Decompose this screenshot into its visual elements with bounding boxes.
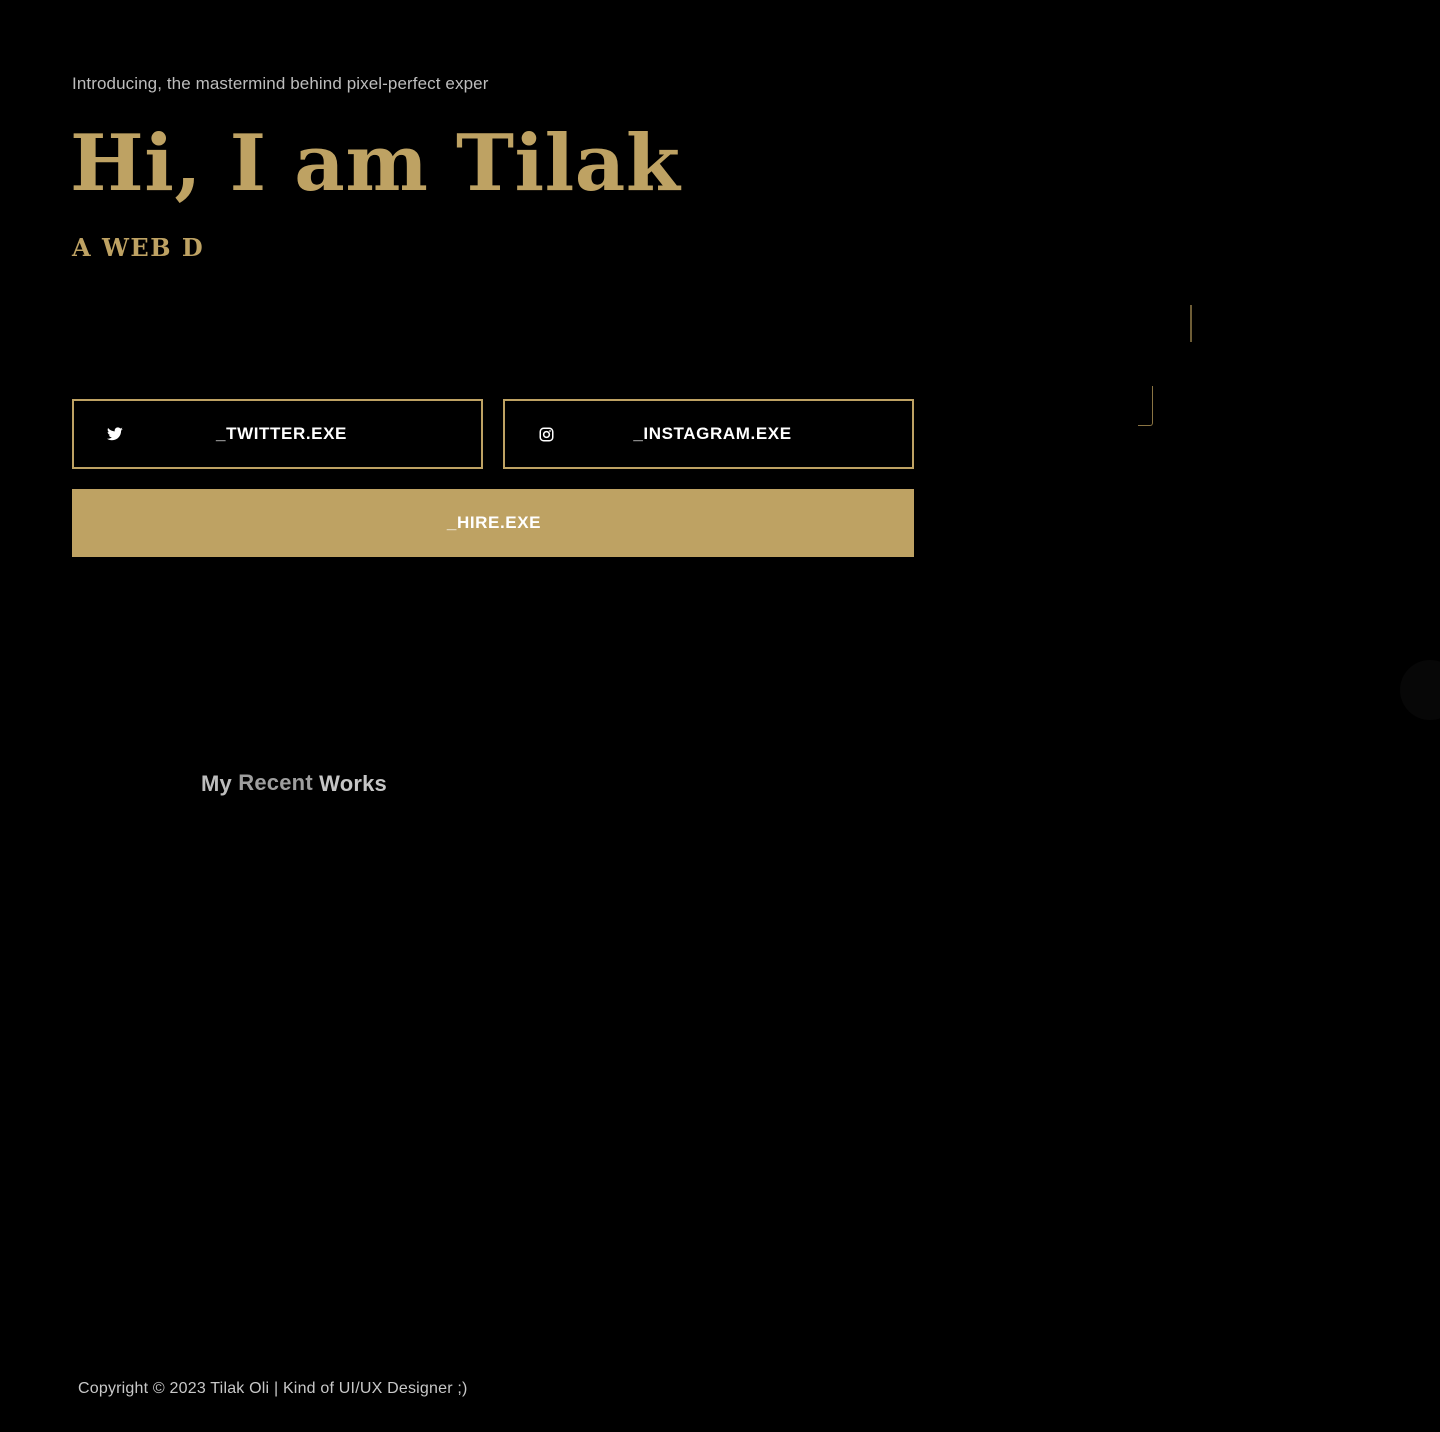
twitter-button[interactable]: _TWITTER.EXE [72, 399, 483, 469]
instagram-button[interactable]: _INSTAGRAM.EXE [503, 399, 914, 469]
instagram-icon [537, 425, 555, 443]
recent-works-title-part3: Works [319, 771, 387, 796]
hero-title: Hi, I am Tilak [70, 118, 681, 209]
hire-button-label: _HIRE.EXE [446, 513, 542, 532]
twitter-button-label: _TWITTER.EXE [216, 424, 347, 443]
hero-subtitle: A WEB D [72, 233, 205, 262]
decorative-shape [1400, 660, 1440, 720]
decorative-corner [1138, 386, 1153, 426]
instagram-button-label: _INSTAGRAM.EXE [633, 424, 792, 443]
recent-works-title: My Recent Works [201, 770, 387, 797]
footer-copyright: Copyright © 2023 Tilak Oli | Kind of UI/… [78, 1380, 468, 1397]
intro-text: Introducing, the mastermind behind pixel… [72, 74, 489, 93]
recent-works-title-part1: My [201, 771, 232, 796]
twitter-icon [106, 425, 124, 443]
hire-button[interactable]: _HIRE.EXE [72, 489, 914, 557]
recent-works-title-part2: Recent [238, 770, 313, 795]
decorative-line [1190, 305, 1192, 342]
